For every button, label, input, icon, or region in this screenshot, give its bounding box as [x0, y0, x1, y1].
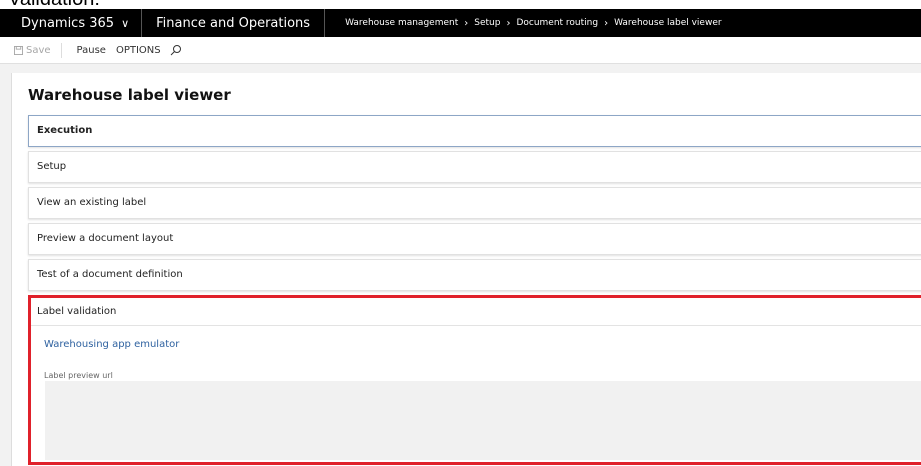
fasttab-header: Test of a document definition [37, 269, 183, 280]
save-label: Save [26, 44, 51, 56]
search-icon[interactable] [170, 44, 182, 56]
page-title: Warehouse label viewer [28, 86, 231, 104]
breadcrumb-separator-icon: › [506, 17, 511, 29]
fasttab-setup[interactable]: Setup [28, 151, 921, 183]
action-pane: Save Pause OPTIONS [0, 37, 921, 64]
app-switcher[interactable]: Dynamics 365 ∨ [0, 9, 143, 37]
breadcrumb-item[interactable]: Warehouse label viewer [614, 18, 721, 28]
fasttab-label-validation: Label validation Warehousing app emulato… [28, 295, 921, 465]
fasttab-test-document-definition[interactable]: Test of a document definition [28, 259, 921, 291]
fasttab-header: Setup [37, 161, 67, 172]
warehousing-app-emulator-link[interactable]: Warehousing app emulator [44, 339, 179, 350]
breadcrumb: Warehouse management › Setup › Document … [325, 18, 722, 29]
label-preview-url-field[interactable] [45, 381, 921, 460]
breadcrumb-item[interactable]: Document routing [516, 18, 598, 28]
options-button[interactable]: OPTIONS [111, 45, 166, 56]
chevron-down-icon: ∨ [121, 16, 130, 30]
app-name: Finance and Operations [142, 9, 326, 37]
fasttab-header: Execution [37, 125, 93, 136]
fasttab-preview-document-layout[interactable]: Preview a document layout [28, 223, 921, 255]
label-preview-url-label: Label preview url [44, 371, 113, 380]
breadcrumb-item[interactable]: Setup [474, 18, 500, 28]
fasttab-execution[interactable]: Execution [28, 115, 921, 147]
fasttab-header: Preview a document layout [37, 233, 174, 244]
save-button[interactable]: Save [0, 42, 62, 58]
breadcrumb-separator-icon: › [464, 17, 469, 29]
fasttab-view-existing-label[interactable]: View an existing label [28, 187, 921, 219]
pause-button[interactable]: Pause [72, 45, 111, 56]
form-body: Warehouse label viewer Execution Setup V… [11, 73, 921, 466]
fasttab-header[interactable]: Label validation [31, 298, 921, 326]
breadcrumb-separator-icon: › [604, 17, 609, 29]
fasttab-header: View an existing label [37, 197, 147, 208]
save-icon [14, 45, 23, 55]
breadcrumb-item[interactable]: Warehouse management [345, 18, 458, 28]
brand-label: Dynamics 365 [21, 15, 115, 31]
top-caption: Validation: [0, 0, 921, 9]
top-nav-bar: Dynamics 365 ∨ Finance and Operations Wa… [0, 9, 921, 37]
